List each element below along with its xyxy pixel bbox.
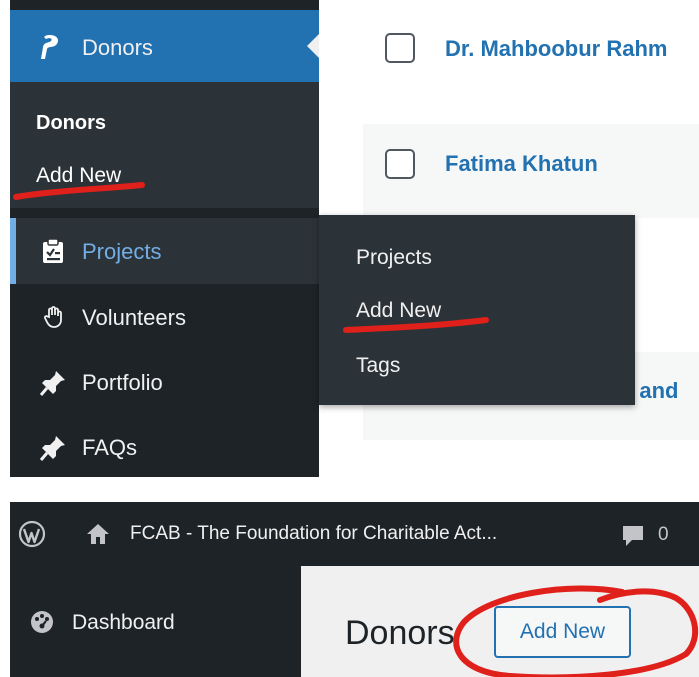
projects-flyout-menu: Projects Add New Tags (319, 215, 635, 405)
flyout-item-projects[interactable]: Projects (356, 246, 432, 270)
sidebar-item-label: Projects (82, 239, 162, 264)
sidebar-item-label: Dashboard (72, 611, 175, 634)
sidebar-item-volunteers[interactable]: Volunteers (10, 285, 319, 349)
row-checkbox[interactable] (385, 149, 415, 179)
sidebar-item-label: Donors (82, 35, 153, 60)
admin-sidebar: Donors Donors Add New Projects Volunteer… (10, 0, 319, 477)
bottom-screenshot: FCAB - The Foundation for Charitable Act… (0, 502, 699, 677)
submenu-item-add-new[interactable]: Add New (36, 164, 121, 188)
list-item: Fatima Khatun (363, 124, 699, 218)
current-menu-arrow (307, 34, 319, 58)
flyout-item-tags[interactable]: Tags (356, 354, 400, 378)
flyout-item-add-new[interactable]: Add New (356, 299, 441, 323)
sidebar-item-label: FAQs (82, 435, 138, 460)
site-name-link[interactable]: FCAB - The Foundation for Charitable Act… (130, 523, 497, 545)
list-item: Dr. Mahboobur Rahm (363, 0, 699, 124)
donor-name-link[interactable]: Fatima Khatun (445, 151, 598, 177)
comment-icon[interactable] (620, 524, 646, 548)
donors-icon (34, 32, 64, 62)
page-title: Donors (345, 614, 455, 652)
donors-submenu: Donors Add New (10, 82, 319, 208)
wordpress-logo-icon[interactable] (18, 520, 46, 548)
donor-name-link[interactable]: Dr. Mahboobur Rahm (445, 36, 667, 62)
submenu-item-donors[interactable]: Donors (36, 112, 106, 135)
active-indicator (10, 218, 16, 284)
sidebar-item-label: Volunteers (82, 305, 186, 330)
main-content: Donors Add New (301, 566, 699, 677)
sidebar-item-label: Portfolio (82, 370, 163, 395)
sidebar-item-donors[interactable]: Donors (10, 10, 319, 82)
flyout-arrow (305, 236, 319, 264)
add-new-button[interactable]: Add New (494, 606, 631, 658)
palette-icon (29, 609, 55, 635)
sidebar-item-dashboard[interactable]: Dashboard (10, 566, 301, 677)
list-item (363, 440, 699, 477)
sidebar-item-portfolio[interactable]: Portfolio (10, 350, 319, 414)
sidebar-item-faqs[interactable]: FAQs (10, 415, 319, 477)
top-screenshot: Donors Donors Add New Projects Volunteer… (0, 0, 699, 477)
hand-icon (42, 305, 66, 329)
admin-sidebar: Dashboard (10, 566, 301, 677)
sidebar-item-projects[interactable]: Projects (10, 218, 319, 284)
pin-icon (38, 433, 68, 463)
admin-toolbar: FCAB - The Foundation for Charitable Act… (10, 502, 699, 566)
pin-icon (38, 368, 68, 398)
home-icon (85, 522, 111, 546)
comments-count: 0 (658, 524, 669, 545)
row-checkbox[interactable] (385, 33, 415, 63)
clipboard-icon (40, 238, 66, 264)
